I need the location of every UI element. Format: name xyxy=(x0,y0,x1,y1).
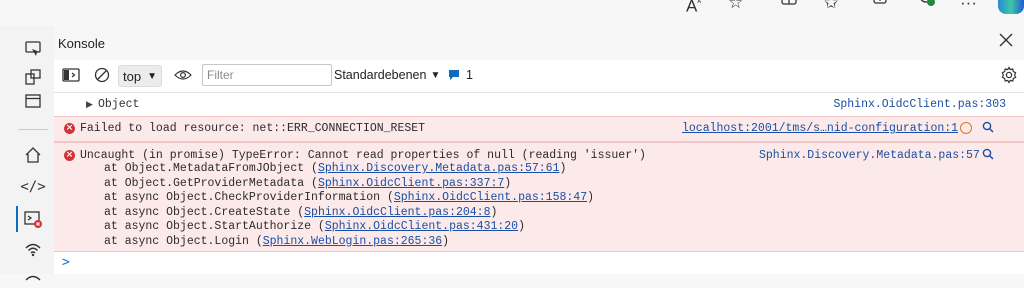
favorite-icon[interactable]: ☆ xyxy=(728,0,743,13)
performance-icon[interactable] xyxy=(918,0,936,14)
console-icon[interactable] xyxy=(22,208,44,230)
log-levels-dropdown[interactable]: Standardebenen ▼ xyxy=(334,64,440,86)
frame-text: ) xyxy=(518,220,525,233)
console-error-2: × Uncaught (in promise) TypeError: Canno… xyxy=(54,142,1024,252)
frame-link[interactable]: Sphinx.OidcClient.pas:158:47 xyxy=(394,191,587,204)
device-emulation-icon[interactable] xyxy=(22,38,44,60)
panel-header: Konsole xyxy=(54,26,1024,60)
stack-frame: at async Object.CreateState (Sphinx.Oidc… xyxy=(104,206,594,221)
chevron-down-icon: ▼ xyxy=(430,69,441,81)
split-screen-icon[interactable] xyxy=(781,0,797,13)
more-icon[interactable]: ··· xyxy=(960,0,977,13)
frame-link[interactable]: Sphinx.OidcClient.pas:337:7 xyxy=(318,177,504,190)
error-text[interactable]: Uncaught (in promise) TypeError: Cannot … xyxy=(80,149,646,162)
frame-text: ) xyxy=(587,191,594,204)
search-icon[interactable] xyxy=(982,148,994,160)
error-icon: × xyxy=(64,150,75,161)
stack-frame: at async Object.StartAuthorize (Sphinx.O… xyxy=(104,220,594,235)
message-source-link[interactable]: Sphinx.OidcClient.pas:303 xyxy=(833,98,1006,111)
read-aloud-icon[interactable]: Aᴬ xyxy=(686,0,701,17)
console-error-1: × Failed to load resource: net::ERR_CONN… xyxy=(54,116,1024,142)
context-selector[interactable]: top ▼ xyxy=(118,65,162,87)
frame-text: at async Object.CreateState ( xyxy=(104,205,305,219)
message-text[interactable]: Object xyxy=(98,98,139,111)
search-icon[interactable] xyxy=(982,121,994,133)
elements-icon[interactable] xyxy=(22,66,44,88)
close-icon[interactable] xyxy=(996,30,1016,50)
more-tools-icon[interactable] xyxy=(22,266,44,288)
error-icon: × xyxy=(64,123,75,134)
frame-text: ) xyxy=(504,176,512,190)
frame-text: at async Object.Login ( xyxy=(104,234,263,248)
frame-text: at async Object.CheckProviderInformation… xyxy=(104,191,394,204)
frame-text: at Object.GetProviderMetadata ( xyxy=(104,176,318,190)
console-panel: Konsole top ▼ Standardebenen ▼ 1 xyxy=(54,26,1024,274)
frame-text: at Object.MetadataFromJObject ( xyxy=(104,162,318,175)
console-toolbar: top ▼ Standardebenen ▼ 1 xyxy=(54,60,1024,93)
frame-link[interactable]: Sphinx.WebLogin.pas:265:36 xyxy=(263,235,442,248)
frame-text: ) xyxy=(559,162,567,175)
home-icon[interactable] xyxy=(22,144,44,166)
issues-counter[interactable]: 1 xyxy=(448,64,473,86)
error-text: Failed to load resource: net::ERR_CONNEC… xyxy=(80,122,426,135)
issues-count: 1 xyxy=(466,68,473,82)
browser-toolbar: Aᴬ ☆ ✩ ··· xyxy=(0,0,1024,26)
network-icon[interactable] xyxy=(22,238,44,260)
error-source-link[interactable]: localhost:2001/tms/s…nid-configuration:1 xyxy=(682,122,958,135)
welcome-icon[interactable] xyxy=(22,90,44,112)
log-levels-label: Standardebenen xyxy=(334,68,427,82)
filter-input[interactable] xyxy=(202,64,332,86)
active-tool-indicator xyxy=(16,206,18,232)
stack-frame: at Object.GetProviderMetadata (Sphinx.Oi… xyxy=(104,177,594,192)
copilot-icon[interactable] xyxy=(998,0,1024,14)
favorites-bar-icon[interactable]: ✩ xyxy=(824,0,838,13)
error-source-link[interactable]: Sphinx.Discovery.Metadata.pas:57 xyxy=(759,149,980,162)
network-request-icon[interactable] xyxy=(960,122,972,134)
expand-triangle-icon[interactable]: ▶ xyxy=(86,99,93,110)
panel-title: Konsole xyxy=(58,36,105,51)
sources-icon[interactable]: </> xyxy=(20,176,45,198)
frame-text: ) xyxy=(442,234,450,248)
collections-icon[interactable] xyxy=(872,0,888,13)
frame-link[interactable]: Sphinx.OidcClient.pas:204:8 xyxy=(304,206,490,219)
devtools-activity-bar: </> xyxy=(0,26,54,281)
frame-link[interactable]: Sphinx.OidcClient.pas:431:20 xyxy=(325,220,518,233)
stack-trace: at Object.MetadataFromJObject (Sphinx.Di… xyxy=(104,162,594,249)
context-selector-value: top xyxy=(123,68,142,84)
console-prompt[interactable]: > xyxy=(54,252,1024,274)
sidebar-divider xyxy=(18,129,48,130)
frame-text: at async Object.StartAuthorize ( xyxy=(104,220,325,233)
live-expression-icon[interactable] xyxy=(174,64,192,86)
issues-icon xyxy=(449,70,459,80)
console-message-object: ▶ Object Sphinx.OidcClient.pas:303 xyxy=(54,92,1024,117)
stack-frame: at Object.MetadataFromJObject (Sphinx.Di… xyxy=(104,162,594,177)
frame-text: ) xyxy=(490,205,498,219)
chevron-down-icon: ▼ xyxy=(147,70,157,82)
console-settings-icon[interactable] xyxy=(1000,64,1018,86)
sidebar-toggle-icon[interactable] xyxy=(62,64,80,86)
stack-frame: at async Object.Login (Sphinx.WebLogin.p… xyxy=(104,235,594,250)
stack-frame: at async Object.CheckProviderInformation… xyxy=(104,191,594,206)
clear-console-icon[interactable] xyxy=(94,64,110,86)
prompt-chevron-icon: > xyxy=(62,255,70,270)
frame-link[interactable]: Sphinx.Discovery.Metadata.pas:57:61 xyxy=(318,162,560,175)
